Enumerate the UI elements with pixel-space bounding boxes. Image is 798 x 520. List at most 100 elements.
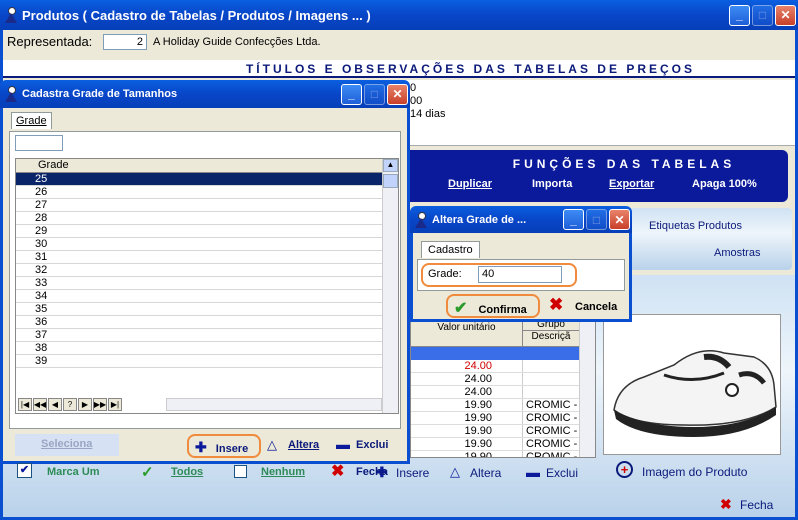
grade-maximize-button[interactable]: □	[364, 83, 385, 105]
grade-list-item[interactable]: 27	[16, 199, 398, 212]
marca-um-checkbox[interactable]: ✔	[17, 463, 32, 478]
grupo-cell	[523, 373, 579, 385]
nav-button[interactable]: ▶▶	[93, 398, 107, 411]
todos-button[interactable]: Todos	[171, 466, 203, 478]
etiquetas-button[interactable]: Etiquetas Produtos	[649, 220, 742, 232]
insere-plus-icon: ✚	[195, 439, 207, 455]
funcoes-panel: FUNÇÕES DAS TABELAS	[400, 150, 788, 202]
grade-list-item[interactable]: 29	[16, 225, 398, 238]
grade-list-item[interactable]: 28	[16, 212, 398, 225]
nav-button[interactable]: ?	[63, 398, 77, 411]
grade-list-item[interactable]: 33	[16, 277, 398, 290]
valor-cell: 24.00	[411, 373, 523, 385]
products-table[interactable]: Valor unitário Grupo Descriçã 24.00 24.00…	[410, 318, 596, 458]
grade-title-bar[interactable]: Cadastra Grade de Tamanhos _ □ ✕	[0, 80, 410, 108]
grade-grid[interactable]: Grade 25 26 27 28 29 30 31 32 33 34 35 36 37 38 39 ▲ |…	[15, 158, 399, 414]
seleciona-button[interactable]: Seleciona	[15, 434, 119, 456]
amostras-button[interactable]: Amostras	[714, 247, 760, 259]
table-row[interactable]: 19.90 CROMIC -	[411, 451, 579, 458]
maximize-button[interactable]: □	[752, 4, 773, 26]
table-row[interactable]: 24.00	[411, 360, 579, 373]
grade-list-item[interactable]: 37	[16, 329, 398, 342]
main-insere-button[interactable]: Insere	[396, 466, 429, 480]
duplicar-link[interactable]: Duplicar	[448, 178, 492, 190]
grade-list-item[interactable]: 26	[16, 186, 398, 199]
main-altera-button[interactable]: Altera	[470, 466, 501, 480]
grade-col-header[interactable]: Grade	[16, 159, 398, 173]
grade-field-input[interactable]: 40	[478, 266, 562, 283]
grade-exclui-button[interactable]: Exclui	[356, 439, 388, 451]
obs-line-1: 0	[410, 82, 417, 94]
grade-exclui-icon: ▬	[336, 436, 350, 452]
main-title-bar[interactable]: Produtos ( Cadastro de Tabelas / Produto…	[0, 0, 798, 30]
exportar-link[interactable]: Exportar	[609, 178, 654, 190]
nenhum-button[interactable]: Nenhum	[261, 466, 305, 478]
nav-button[interactable]: ◀◀	[33, 398, 47, 411]
tab-grade[interactable]: Grade	[11, 112, 52, 129]
grupo-cell	[523, 386, 579, 398]
table-row[interactable]: 24.00	[411, 373, 579, 386]
grade-list-item[interactable]: 39	[16, 355, 398, 368]
confirma-button[interactable]: ✔ Confirma	[446, 294, 540, 318]
table-row[interactable]: 19.90 CROMIC -	[411, 438, 579, 451]
cancela-button[interactable]: Cancela	[575, 301, 617, 313]
zoom-icon: +	[616, 461, 633, 478]
grade-body: Grade Grade 25 26 27 28 29 30 31 32 33 34 35 36 37 38…	[0, 108, 410, 481]
grade-list-item[interactable]: 30	[16, 238, 398, 251]
grade-hscrollbar[interactable]	[166, 398, 382, 411]
valor-cell: 19.90	[411, 399, 523, 411]
col-descr-header[interactable]: Descriçã	[523, 331, 579, 342]
nav-button[interactable]: ▶|	[108, 398, 122, 411]
imagem-produto-button[interactable]: Imagem do Produto	[642, 465, 747, 479]
altera-title-bar[interactable]: Altera Grade de ... _ □ ✕	[410, 206, 632, 233]
marca-um-label[interactable]: Marca Um	[47, 466, 100, 478]
representada-code-input[interactable]: 2	[103, 34, 147, 50]
grade-list-item[interactable]: 36	[16, 316, 398, 329]
etiquetas-panel	[630, 208, 792, 270]
grade-fecha-button[interactable]: Fecha	[356, 466, 388, 478]
main-exclui-button[interactable]: Exclui	[546, 466, 578, 480]
grupo-cell: CROMIC -	[526, 451, 578, 458]
grade-list-item[interactable]: 32	[16, 264, 398, 277]
main-fecha-icon: ✖	[720, 496, 732, 512]
nav-button[interactable]: ◀	[48, 398, 62, 411]
grade-insere-label: Insere	[215, 443, 249, 455]
grade-insere-button[interactable]: ✚ Insere	[187, 434, 261, 458]
grade-search-input[interactable]	[15, 135, 63, 151]
grade-close-button[interactable]: ✕	[387, 83, 408, 105]
altera-minimize-button[interactable]: _	[563, 209, 584, 230]
grade-vscrollbar[interactable]: ▲	[382, 159, 398, 413]
nenhum-checkbox[interactable]	[234, 465, 247, 478]
table-row[interactable]: 24.00	[411, 386, 579, 399]
apaga-link[interactable]: Apaga 100%	[692, 178, 757, 190]
grade-fecha-icon: ✖	[331, 463, 345, 480]
nav-button[interactable]: ▶	[78, 398, 92, 411]
altera-close-button[interactable]: ✕	[609, 209, 630, 230]
titulos-header-text: TÍTULOS E OBSERVAÇÕES DAS TABELAS DE PRE…	[245, 62, 695, 76]
altera-app-icon	[414, 211, 428, 228]
tab-cadastro[interactable]: Cadastro	[421, 241, 480, 258]
grade-list-item[interactable]: 34	[16, 290, 398, 303]
grade-altera-button[interactable]: Altera	[288, 439, 319, 451]
altera-window-title: Altera Grade de ...	[432, 213, 527, 226]
grade-navigator: |◀ ◀◀ ◀? ▶ ▶▶ ▶|	[18, 398, 123, 411]
table-scrollbar[interactable]	[579, 319, 595, 457]
altera-maximize-button[interactable]: □	[586, 209, 607, 230]
grade-list-item[interactable]: 31	[16, 251, 398, 264]
importa-link[interactable]: Importa	[532, 178, 572, 190]
grade-list-item[interactable]: 38	[16, 342, 398, 355]
close-button[interactable]: ✕	[775, 4, 796, 26]
grade-minimize-button[interactable]: _	[341, 83, 362, 105]
grade-list-item[interactable]: 25	[16, 173, 398, 186]
main-exclui-icon: ▬	[526, 464, 540, 480]
table-row[interactable]: 19.90 CROMIC -	[411, 425, 579, 438]
grade-list-item[interactable]: 35	[16, 303, 398, 316]
col-valor-header[interactable]: Valor unitário	[411, 319, 523, 346]
minimize-button[interactable]: _	[729, 4, 750, 26]
titulos-header: TÍTULOS E OBSERVAÇÕES DAS TABELAS DE PRE…	[3, 60, 795, 78]
table-row[interactable]: 19.90 CROMIC -	[411, 412, 579, 425]
table-row-selected[interactable]	[411, 347, 579, 360]
main-fecha-button[interactable]: Fecha	[740, 498, 773, 512]
nav-button[interactable]: |◀	[18, 398, 32, 411]
table-row[interactable]: 19.90 CROMIC -	[411, 399, 579, 412]
